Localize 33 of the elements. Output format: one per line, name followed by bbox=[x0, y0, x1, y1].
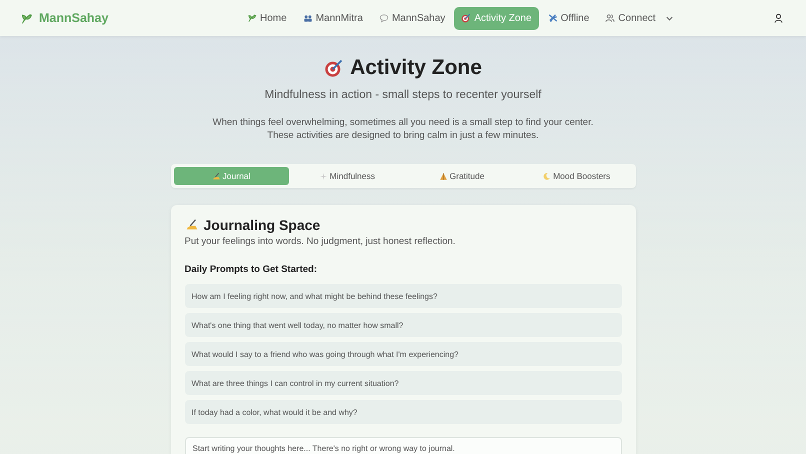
journal-field[interactable]: Start writing your thoughts here... There's no right or wrong way to journal. bbox=[184, 437, 622, 454]
card-title: Journaling Space bbox=[204, 217, 320, 233]
prompt-item[interactable]: What would I say to a friend who was going through what I'm experiencing? bbox=[184, 342, 622, 366]
page-subtitle: Mindfulness in action - small steps to recenter yourself bbox=[264, 89, 542, 101]
card-subtitle: Put your feelings into words. No judgment, just honest reflection. bbox=[184, 236, 456, 247]
prompt-item[interactable]: What are three things I can control in my current situation? bbox=[184, 371, 622, 395]
description-text: These activities are designed to bring calm in just a few minutes. bbox=[266, 129, 540, 142]
prompt-item[interactable]: What's one thing that went well today, no matter how small? bbox=[184, 313, 622, 337]
speech-bubble-icon bbox=[378, 13, 389, 23]
nav-link[interactable]: Offline bbox=[540, 6, 596, 30]
writing-hand-icon bbox=[212, 172, 221, 180]
prompt-item[interactable]: How am I feeling right now, and what might be behind these feelings? bbox=[184, 284, 622, 308]
target-icon bbox=[324, 58, 344, 78]
writing-hand-icon bbox=[184, 218, 198, 232]
leaf-icon bbox=[20, 12, 33, 24]
crescent-icon bbox=[542, 172, 552, 180]
page-title: Activity Zone bbox=[350, 56, 482, 80]
description-text: When things feel overwhelming, sometimes all you need is a small step to find your center. bbox=[212, 116, 594, 129]
prompt-item[interactable]: If today had a color, what would it be and why? bbox=[184, 400, 622, 424]
prompts-heading: Daily Prompts to Get Started: bbox=[184, 264, 318, 275]
user-icon[interactable] bbox=[773, 12, 784, 24]
nav-link[interactable]: MannMitra bbox=[296, 6, 370, 30]
target-icon bbox=[461, 13, 472, 23]
nav-link[interactable]: MannSahay bbox=[372, 6, 452, 30]
nav-link[interactable]: Home bbox=[240, 6, 294, 30]
activity-tab[interactable]: Mood Boosters bbox=[520, 167, 633, 185]
activity-tab[interactable]: Mindfulness bbox=[290, 167, 404, 185]
users-icon bbox=[605, 13, 616, 23]
sparkle-icon bbox=[318, 172, 328, 180]
people-icon bbox=[302, 13, 313, 23]
leaf-icon bbox=[247, 13, 257, 23]
nav-link[interactable]: Connect bbox=[598, 6, 681, 30]
activity-tab[interactable]: Gratitude bbox=[405, 167, 518, 185]
